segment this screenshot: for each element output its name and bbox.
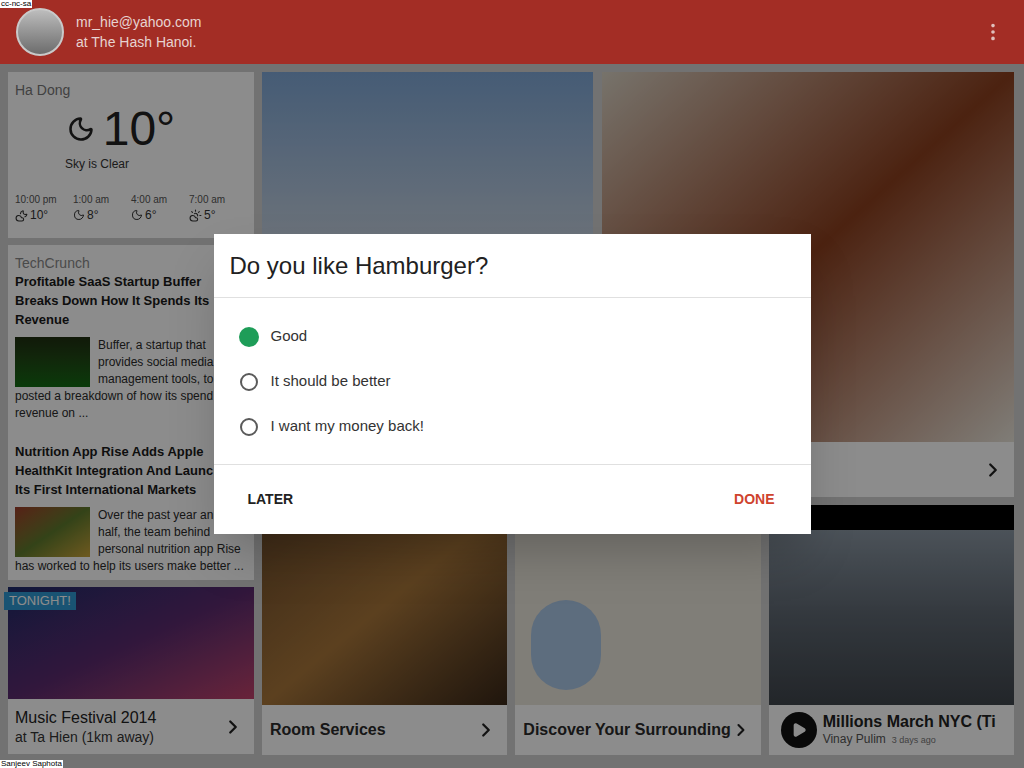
- rating-dialog: Do you like Hamburger? Good It should be b…: [214, 234, 811, 534]
- later-button[interactable]: LATER: [238, 481, 304, 518]
- app-screen: mr_hie@yahoo.comat The Hash Hanoi.Ha Don…: [0, 0, 1024, 768]
- radio-option[interactable]: I want my money back!: [214, 404, 811, 449]
- radio-option[interactable]: Good: [214, 314, 811, 359]
- radio-unselected[interactable]: [240, 373, 258, 391]
- option-label: I want my money back!: [271, 415, 424, 438]
- done-button[interactable]: DONE: [724, 481, 784, 518]
- radio-unselected[interactable]: [240, 418, 258, 436]
- option-list: Good It should be better I want my money b…: [214, 298, 811, 465]
- watermark: Sanjeev Saphota: [0, 760, 63, 768]
- radio-selected[interactable]: [239, 327, 259, 347]
- option-label: Good: [271, 325, 308, 348]
- top-bar: mr_hie@yahoo.comat The Hash Hanoi.: [0, 0, 1024, 64]
- avatar[interactable]: [16, 8, 64, 56]
- user-email: mr_hie@yahoo.com: [76, 12, 970, 32]
- more-menu-icon[interactable]: [982, 21, 1004, 43]
- dialog-title: Do you like Hamburger?: [230, 248, 489, 284]
- option-label: It should be better: [271, 370, 391, 393]
- radio-option[interactable]: It should be better: [214, 359, 811, 404]
- watermark: cc-nc-sa: [0, 0, 32, 8]
- user-location: at The Hash Hanoi.: [76, 32, 970, 52]
